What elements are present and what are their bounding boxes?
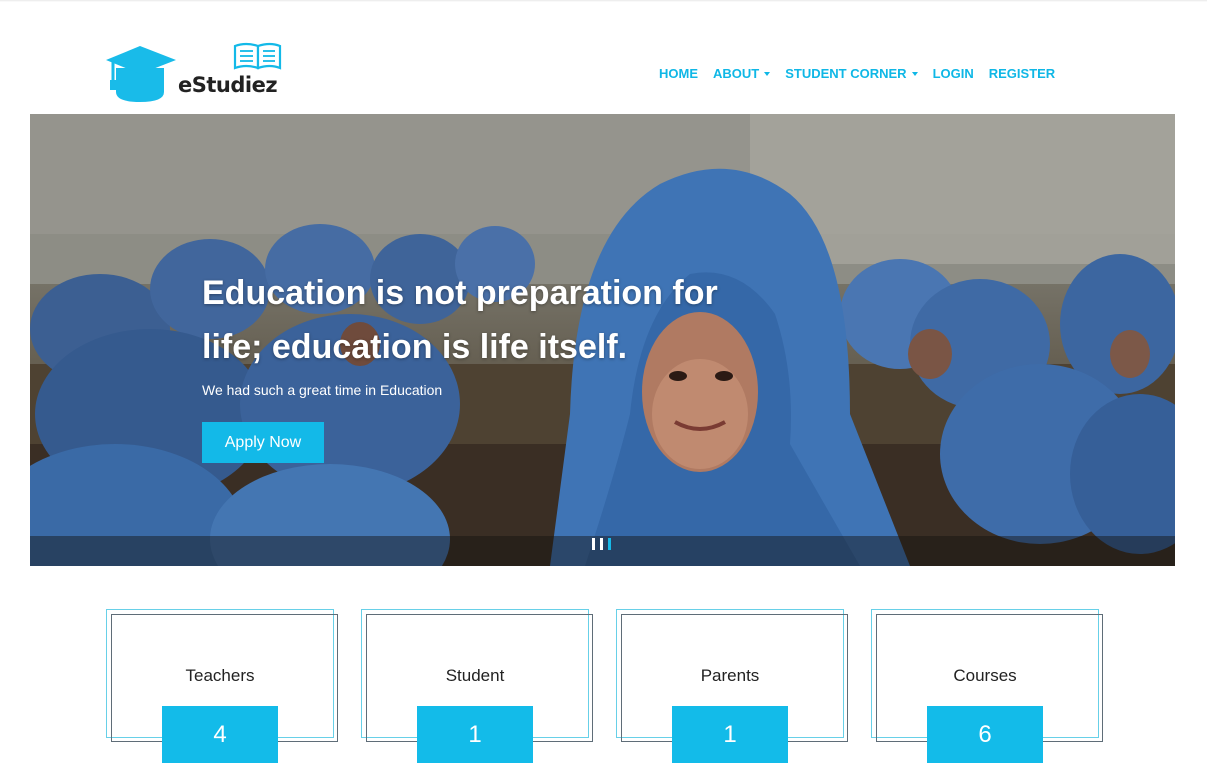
apply-now-button[interactable]: Apply Now <box>202 422 324 463</box>
nav-student-corner[interactable]: STUDENT CORNER <box>785 65 918 81</box>
nav-student-corner-label: STUDENT CORNER <box>785 65 907 81</box>
stat-card-courses[interactable]: Courses 6 <box>871 609 1103 763</box>
carousel-indicator-2[interactable] <box>600 538 603 550</box>
nav-home-label: HOME <box>659 65 698 81</box>
nav-about[interactable]: ABOUT <box>713 65 771 81</box>
top-divider <box>0 0 1207 2</box>
hero-title: Education is not preparation for life; e… <box>202 274 718 366</box>
stat-label: Courses <box>953 666 1017 685</box>
stat-count: 6 <box>927 706 1043 763</box>
nav-login[interactable]: LOGIN <box>933 66 974 81</box>
stat-count: 4 <box>162 706 278 763</box>
nav-about-label: ABOUT <box>713 65 760 81</box>
main-nav: HOME ABOUT STUDENT CORNER LOGIN REGISTER <box>659 64 1055 82</box>
caret-down-icon <box>764 71 771 76</box>
carousel-indicator-1[interactable] <box>592 538 595 550</box>
nav-home[interactable]: HOME <box>659 66 698 81</box>
site-logo[interactable]: eStudiez <box>104 40 284 106</box>
stat-card-student[interactable]: Student 1 <box>361 609 593 763</box>
nav-register-label: REGISTER <box>988 65 1056 81</box>
nav-login-label: LOGIN <box>932 65 974 81</box>
hero-carousel[interactable]: Education is not preparation for life; e… <box>30 114 1175 566</box>
stat-card-teachers[interactable]: Teachers 4 <box>106 609 338 763</box>
stat-count: 1 <box>672 706 788 763</box>
caret-down-icon <box>911 71 918 76</box>
carousel-indicator-3[interactable] <box>608 538 611 550</box>
nav-register[interactable]: REGISTER <box>989 66 1055 81</box>
brand-name: eStudiez <box>178 73 278 97</box>
stat-card-parents[interactable]: Parents 1 <box>616 609 848 763</box>
stat-label: Teachers <box>185 666 255 685</box>
stat-count: 1 <box>417 706 533 763</box>
stat-label: Parents <box>700 666 760 685</box>
stat-label: Student <box>445 666 505 685</box>
hero-subtitle: We had such a great time in Education <box>202 382 443 398</box>
